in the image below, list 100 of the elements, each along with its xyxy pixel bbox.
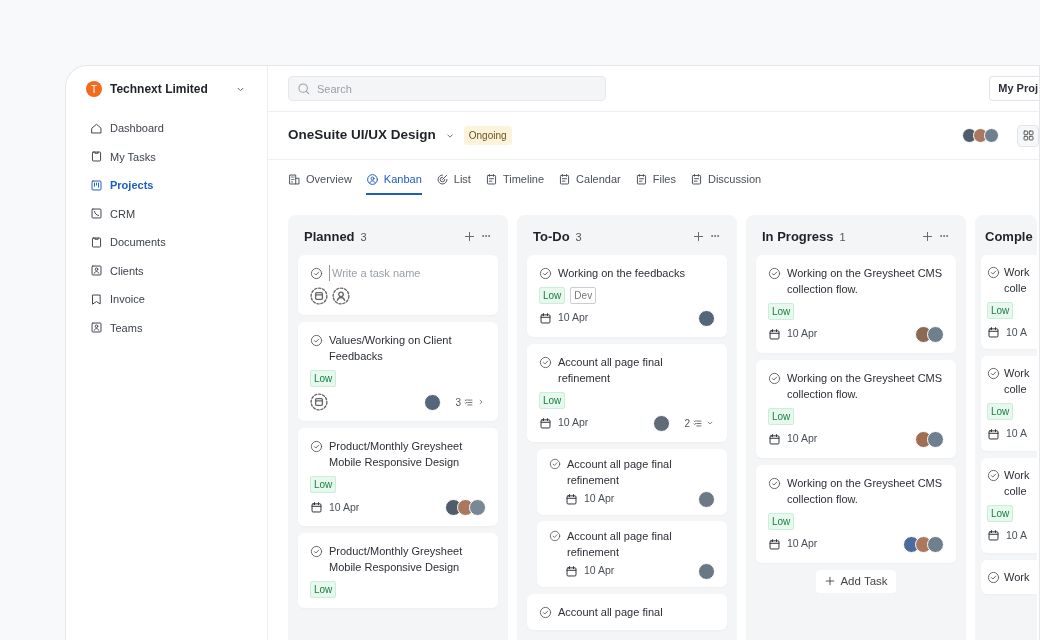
task-title: Work colle — [1004, 468, 1030, 499]
check-circle-icon — [987, 570, 1000, 584]
tab[interactable]: Overview — [288, 165, 352, 195]
set-date-button[interactable] — [310, 393, 328, 411]
target-icon — [435, 173, 449, 186]
add-button[interactable] — [463, 230, 476, 244]
check-circle-icon — [768, 266, 781, 280]
check-circle-icon — [768, 371, 781, 385]
checklist-icon — [463, 396, 474, 408]
add-button[interactable] — [692, 230, 705, 244]
priority-tag: Low — [768, 407, 795, 425]
check-circle-icon — [987, 367, 1000, 381]
id-card-icon — [90, 321, 103, 335]
user-circle-icon — [365, 173, 379, 186]
projects-button[interactable]: My Proj — [989, 76, 1039, 101]
sidebar-item[interactable]: My Tasks — [78, 142, 255, 171]
sidebar-item[interactable]: Invoice — [78, 285, 255, 314]
priority-tag: Low — [539, 286, 566, 304]
priority-tag: Low — [310, 581, 337, 598]
task-card[interactable]: Work colle Low 10 A — [981, 458, 1037, 553]
tab[interactable]: Discussion — [689, 165, 762, 195]
task-card[interactable]: Product/Monthly Greysheet Mobile Responsive Design Low 10 Apr — [298, 428, 498, 526]
check-circle-icon — [549, 457, 561, 470]
calendar-icon — [310, 501, 323, 514]
due-date: 10 Apr — [787, 326, 818, 342]
project-title: OneSuite UI/UX Design — [288, 126, 436, 145]
calendar-icon — [539, 311, 552, 325]
sidebar-item[interactable]: Dashboard — [78, 114, 255, 143]
clipboard-icon — [90, 235, 103, 249]
sidebar-item[interactable]: Teams — [78, 313, 255, 342]
task-card[interactable]: Values/Working on Client Feedbacks Low 3 — [298, 322, 498, 421]
add-button[interactable] — [921, 230, 934, 244]
status-tag: Ongoing — [463, 126, 512, 145]
add-task-button[interactable]: Add Task — [816, 569, 896, 593]
subtask-card[interactable]: Account all page final refinement 10 Apr — [537, 520, 727, 587]
task-card[interactable]: Work colle Low 10 A — [981, 254, 1037, 350]
check-circle-icon — [310, 440, 323, 453]
tab[interactable]: Calendar — [558, 165, 621, 195]
subtasks-toggle[interactable]: 2 — [684, 415, 715, 431]
sidebar-item[interactable]: Documents — [78, 228, 255, 257]
calendar-icon — [565, 492, 578, 506]
calendar-page-icon — [558, 173, 572, 186]
set-date-button[interactable] — [310, 287, 328, 305]
search-field[interactable]: Search — [288, 76, 606, 101]
task-card[interactable]: Work colle Low 10 A — [981, 356, 1037, 451]
due-date: 10 Apr — [584, 491, 615, 507]
check-circle-icon — [987, 265, 1000, 279]
assign-button[interactable] — [332, 287, 350, 305]
grid-icon — [1021, 129, 1035, 142]
due-date: 10 A — [1006, 528, 1028, 543]
priority-tag: Low — [310, 370, 337, 387]
calendar-page-icon — [689, 173, 703, 186]
task-title: Account all page final refinement — [567, 456, 673, 488]
calendar-page-icon — [634, 173, 648, 186]
calendar-page-icon — [484, 173, 498, 186]
tab[interactable]: Timeline — [484, 165, 545, 195]
check-circle-icon — [310, 545, 323, 558]
task-card[interactable]: Work — [981, 559, 1037, 594]
grid-view-button[interactable] — [1017, 124, 1039, 147]
task-card[interactable]: Working on the Greysheet CMS collection flow. Low 10 Apr — [756, 254, 956, 353]
bookmark-icon — [90, 292, 103, 306]
column-title: Comple — [985, 228, 1033, 246]
subtask-card[interactable]: Account all page final refinement 10 Apr — [537, 448, 727, 515]
tab[interactable]: Kanban — [365, 165, 422, 195]
due-date: 10 Apr — [329, 499, 360, 515]
priority-tag: Low — [768, 512, 795, 530]
priority-tag: Low — [539, 391, 566, 409]
calendar-icon — [768, 327, 781, 341]
due-date: 10 Apr — [787, 431, 818, 447]
task-card[interactable]: Working on the feedbacks Low Dev 10 Apr — [527, 254, 727, 337]
tab[interactable]: Files — [634, 165, 676, 195]
sidebar-item[interactable]: Clients — [78, 256, 255, 285]
plus-icon — [463, 230, 476, 244]
task-title: Work colle — [1004, 264, 1030, 296]
task-card[interactable]: Product/Monthly Greysheet Mobile Responsive Design Low — [298, 533, 498, 608]
check-circle-icon — [539, 355, 552, 369]
sidebar-item[interactable]: CRM — [78, 199, 255, 228]
task-card[interactable]: Account all page final refinement Low 10 Apr 2 — [527, 343, 727, 442]
column-title: Planned — [304, 228, 355, 246]
check-circle-icon — [310, 334, 323, 347]
task-title: Account all page final refinement — [567, 528, 673, 560]
due-date: 10 Apr — [558, 415, 589, 431]
sidebar-item[interactable]: Projects — [78, 171, 255, 200]
task-title: Product/Monthly Greysheet Mobile Responsive Design — [329, 544, 464, 575]
building-icon — [288, 173, 301, 186]
plus-icon — [921, 230, 934, 244]
priority-tag: Low — [987, 403, 1014, 421]
workspace-name: Technext Limited — [110, 81, 208, 98]
task-card[interactable]: Working on the Greysheet CMS collection flow. Low 10 Apr — [756, 464, 956, 563]
column-title: To-Do — [533, 228, 570, 246]
search-icon — [297, 82, 311, 96]
subtasks-toggle[interactable]: 3 — [455, 394, 486, 410]
tab[interactable]: List — [435, 165, 471, 195]
column-title: In Progress — [762, 228, 834, 246]
checklist-icon — [692, 417, 703, 429]
task-card[interactable]: Account all page final — [527, 593, 727, 630]
task-title: Account all page final refinement — [558, 354, 664, 386]
task-card[interactable]: Working on the Greysheet CMS collection flow. Low 10 Apr — [756, 359, 956, 458]
task-title: Work colle — [1004, 366, 1030, 398]
task-title: Working on the Greysheet CMS collection flow. — [787, 475, 944, 507]
